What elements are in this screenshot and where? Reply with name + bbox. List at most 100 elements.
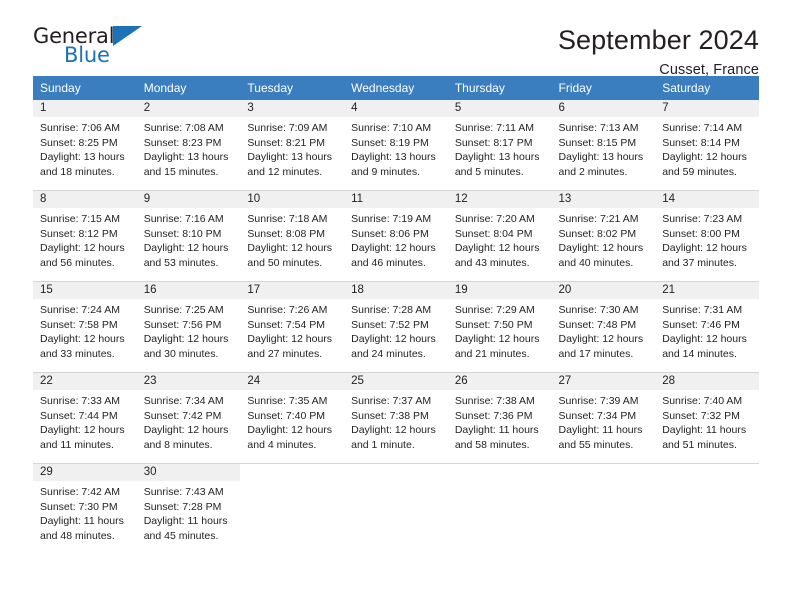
title-block: September 2024 Cusset, France: [557, 25, 759, 79]
daylight-duration-line1: Daylight: 13 hours: [351, 151, 436, 164]
sunset-time: Sunset: 8:02 PM: [558, 227, 637, 240]
daylight-duration-line2: and 2 minutes.: [558, 165, 628, 178]
calendar-day-cell[interactable]: 26 Sunrise: 7:38 AM Sunset: 7:36 PM Dayligh…: [447, 372, 552, 464]
sunset-time: Sunset: 8:08 PM: [247, 227, 326, 240]
calendar-day-cell[interactable]: 29 Sunrise: 7:42 AM Sunset: 7:30 PM Dayligh…: [33, 463, 137, 554]
day-number: 17: [240, 282, 345, 299]
calendar-day-cell[interactable]: 9 Sunrise: 7:16 AM Sunset: 8:10 PM Daylight…: [136, 190, 241, 282]
sunrise-time: Sunrise: 7:30 AM: [558, 304, 639, 316]
calendar-day-cell[interactable]: 30 Sunrise: 7:43 AM Sunset: 7:28 PM Dayligh…: [136, 463, 241, 554]
day-details: Sunrise: 7:37 AM Sunset: 7:38 PM Daylight:…: [344, 390, 448, 452]
day-details: Sunrise: 7:34 AM Sunset: 7:42 PM Daylight:…: [137, 390, 241, 452]
calendar-day-cell[interactable]: 23 Sunrise: 7:34 AM Sunset: 7:42 PM Dayligh…: [136, 372, 241, 464]
day-number: [448, 464, 552, 481]
day-number: 12: [447, 191, 552, 208]
day-details: Sunrise: 7:20 AM Sunset: 8:04 PM Daylight:…: [448, 208, 552, 270]
day-number: 19: [447, 282, 552, 299]
sunset-time: Sunset: 7:28 PM: [143, 500, 222, 513]
daylight-duration-line1: Daylight: 12 hours: [351, 424, 436, 437]
day-number: 1: [33, 100, 137, 117]
day-details: [344, 481, 448, 485]
sunrise-time: Sunrise: 7:28 AM: [351, 304, 432, 316]
day-number: 8: [33, 191, 137, 208]
calendar-day-cell[interactable]: 4 Sunrise: 7:10 AM Sunset: 8:19 PM Daylight…: [344, 100, 448, 191]
calendar-day-cell[interactable]: 28 Sunrise: 7:40 AM Sunset: 7:32 PM Dayligh…: [655, 372, 759, 464]
sunset-time: Sunset: 7:54 PM: [247, 318, 326, 331]
day-details: Sunrise: 7:30 AM Sunset: 7:48 PM Daylight:…: [552, 299, 656, 361]
calendar-day-cell[interactable]: 20 Sunrise: 7:30 AM Sunset: 7:48 PM Dayligh…: [551, 281, 656, 373]
sunset-time: Sunset: 7:38 PM: [351, 409, 429, 422]
day-details: Sunrise: 7:42 AM Sunset: 7:30 PM Daylight:…: [33, 481, 137, 543]
daylight-duration-line2: and 58 minutes.: [454, 438, 530, 451]
page-header: General Blue September 2024 Cusset, Fran…: [33, 0, 759, 79]
day-number: 10: [240, 191, 345, 208]
calendar-day-cell[interactable]: 17 Sunrise: 7:26 AM Sunset: 7:54 PM Dayligh…: [240, 281, 345, 373]
daylight-duration-line1: Daylight: 12 hours: [143, 424, 229, 437]
calendar-day-cell[interactable]: 6 Sunrise: 7:13 AM Sunset: 8:15 PM Daylight…: [551, 100, 656, 191]
calendar-day-cell[interactable]: 3 Sunrise: 7:09 AM Sunset: 8:21 PM Daylight…: [240, 100, 345, 191]
sunrise-time: Sunrise: 7:14 AM: [662, 122, 743, 134]
page-title: September 2024: [557, 25, 759, 55]
daylight-duration-line2: and 33 minutes.: [40, 347, 115, 360]
day-number: 9: [136, 191, 241, 208]
calendar-day-cell[interactable]: 16 Sunrise: 7:25 AM Sunset: 7:56 PM Dayligh…: [136, 281, 241, 373]
calendar-day-cell[interactable]: 8 Sunrise: 7:15 AM Sunset: 8:12 PM Daylight…: [33, 190, 137, 282]
daylight-duration-line1: Daylight: 13 hours: [558, 151, 644, 164]
calendar-day-cell-empty: [655, 463, 759, 554]
sunset-time: Sunset: 7:34 PM: [558, 409, 637, 422]
sunrise-time: Sunrise: 7:15 AM: [40, 213, 120, 225]
daylight-duration-line1: Daylight: 11 hours: [662, 424, 747, 437]
calendar-day-cell-empty: [447, 463, 552, 554]
daylight-duration-line1: Daylight: 12 hours: [454, 333, 540, 346]
day-details: Sunrise: 7:28 AM Sunset: 7:52 PM Daylight:…: [344, 299, 448, 361]
sunset-time: Sunset: 8:06 PM: [351, 227, 429, 240]
sunrise-time: Sunrise: 7:26 AM: [247, 304, 328, 316]
calendar-day-cell[interactable]: 18 Sunrise: 7:28 AM Sunset: 7:52 PM Dayligh…: [344, 281, 448, 373]
calendar-day-cell[interactable]: 15 Sunrise: 7:24 AM Sunset: 7:58 PM Dayligh…: [33, 281, 137, 373]
calendar-day-cell[interactable]: 12 Sunrise: 7:20 AM Sunset: 8:04 PM Dayligh…: [447, 190, 552, 282]
daylight-duration-line1: Daylight: 11 hours: [143, 515, 228, 528]
daylight-duration-line2: and 59 minutes.: [662, 165, 737, 178]
day-number: 29: [33, 464, 137, 481]
calendar-day-cell[interactable]: 2 Sunrise: 7:08 AM Sunset: 8:23 PM Daylight…: [136, 100, 241, 191]
calendar-week-row: 8 Sunrise: 7:15 AM Sunset: 8:12 PM Daylight…: [33, 190, 759, 282]
sunrise-time: Sunrise: 7:21 AM: [558, 213, 639, 225]
calendar-day-cell[interactable]: 21 Sunrise: 7:31 AM Sunset: 7:46 PM Dayligh…: [655, 281, 759, 373]
sunrise-time: Sunrise: 7:19 AM: [351, 213, 432, 225]
day-details: Sunrise: 7:11 AM Sunset: 8:17 PM Daylight:…: [448, 117, 552, 179]
weekday-header-monday: Monday: [136, 76, 241, 100]
weekday-header-thursday: Thursday: [447, 76, 552, 100]
calendar-week-row: 15 Sunrise: 7:24 AM Sunset: 7:58 PM Dayligh…: [33, 281, 759, 373]
calendar-day-cell[interactable]: 7 Sunrise: 7:14 AM Sunset: 8:14 PM Daylight…: [655, 100, 759, 191]
sunrise-time: Sunrise: 7:09 AM: [247, 122, 328, 134]
sunrise-time: Sunrise: 7:29 AM: [454, 304, 535, 316]
calendar-day-cell[interactable]: 5 Sunrise: 7:11 AM Sunset: 8:17 PM Daylight…: [447, 100, 552, 191]
daylight-duration-line2: and 48 minutes.: [40, 529, 115, 542]
day-details: Sunrise: 7:10 AM Sunset: 8:19 PM Daylight:…: [344, 117, 448, 179]
calendar-day-cell[interactable]: 14 Sunrise: 7:23 AM Sunset: 8:00 PM Dayligh…: [655, 190, 759, 282]
day-number: 13: [551, 191, 656, 208]
calendar-day-cell[interactable]: 24 Sunrise: 7:35 AM Sunset: 7:40 PM Dayligh…: [240, 372, 345, 464]
calendar-day-cell[interactable]: 22 Sunrise: 7:33 AM Sunset: 7:44 PM Dayligh…: [33, 372, 137, 464]
daylight-duration-line1: Daylight: 12 hours: [454, 242, 540, 255]
calendar-day-cell[interactable]: 25 Sunrise: 7:37 AM Sunset: 7:38 PM Dayligh…: [344, 372, 448, 464]
daylight-duration-line2: and 9 minutes.: [351, 165, 420, 178]
logo-blue-text: Blue: [64, 43, 110, 67]
calendar-day-cell[interactable]: 19 Sunrise: 7:29 AM Sunset: 7:50 PM Dayligh…: [447, 281, 552, 373]
calendar-day-cell[interactable]: 13 Sunrise: 7:21 AM Sunset: 8:02 PM Dayligh…: [551, 190, 656, 282]
day-details: Sunrise: 7:09 AM Sunset: 8:21 PM Daylight:…: [240, 117, 344, 179]
sunset-time: Sunset: 7:32 PM: [662, 409, 740, 422]
calendar-day-cell[interactable]: 27 Sunrise: 7:39 AM Sunset: 7:34 PM Dayligh…: [551, 372, 656, 464]
calendar-day-cell[interactable]: 10 Sunrise: 7:18 AM Sunset: 8:08 PM Dayligh…: [240, 190, 345, 282]
calendar-day-cell[interactable]: 1 Sunrise: 7:06 AM Sunset: 8:25 PM Daylight…: [33, 100, 137, 191]
weekday-header-tuesday: Tuesday: [240, 76, 345, 100]
day-details: Sunrise: 7:18 AM Sunset: 8:08 PM Daylight:…: [240, 208, 344, 270]
daylight-duration-line2: and 8 minutes.: [143, 438, 213, 451]
daylight-duration-line1: Daylight: 11 hours: [40, 515, 124, 528]
daylight-duration-line1: Daylight: 12 hours: [662, 242, 747, 255]
daylight-duration-line2: and 21 minutes.: [454, 347, 530, 360]
general-blue-logo: General Blue: [33, 26, 173, 66]
daylight-duration-line1: Daylight: 12 hours: [143, 333, 229, 346]
daylight-duration-line2: and 55 minutes.: [558, 438, 634, 451]
calendar-day-cell[interactable]: 11 Sunrise: 7:19 AM Sunset: 8:06 PM Dayligh…: [344, 190, 448, 282]
